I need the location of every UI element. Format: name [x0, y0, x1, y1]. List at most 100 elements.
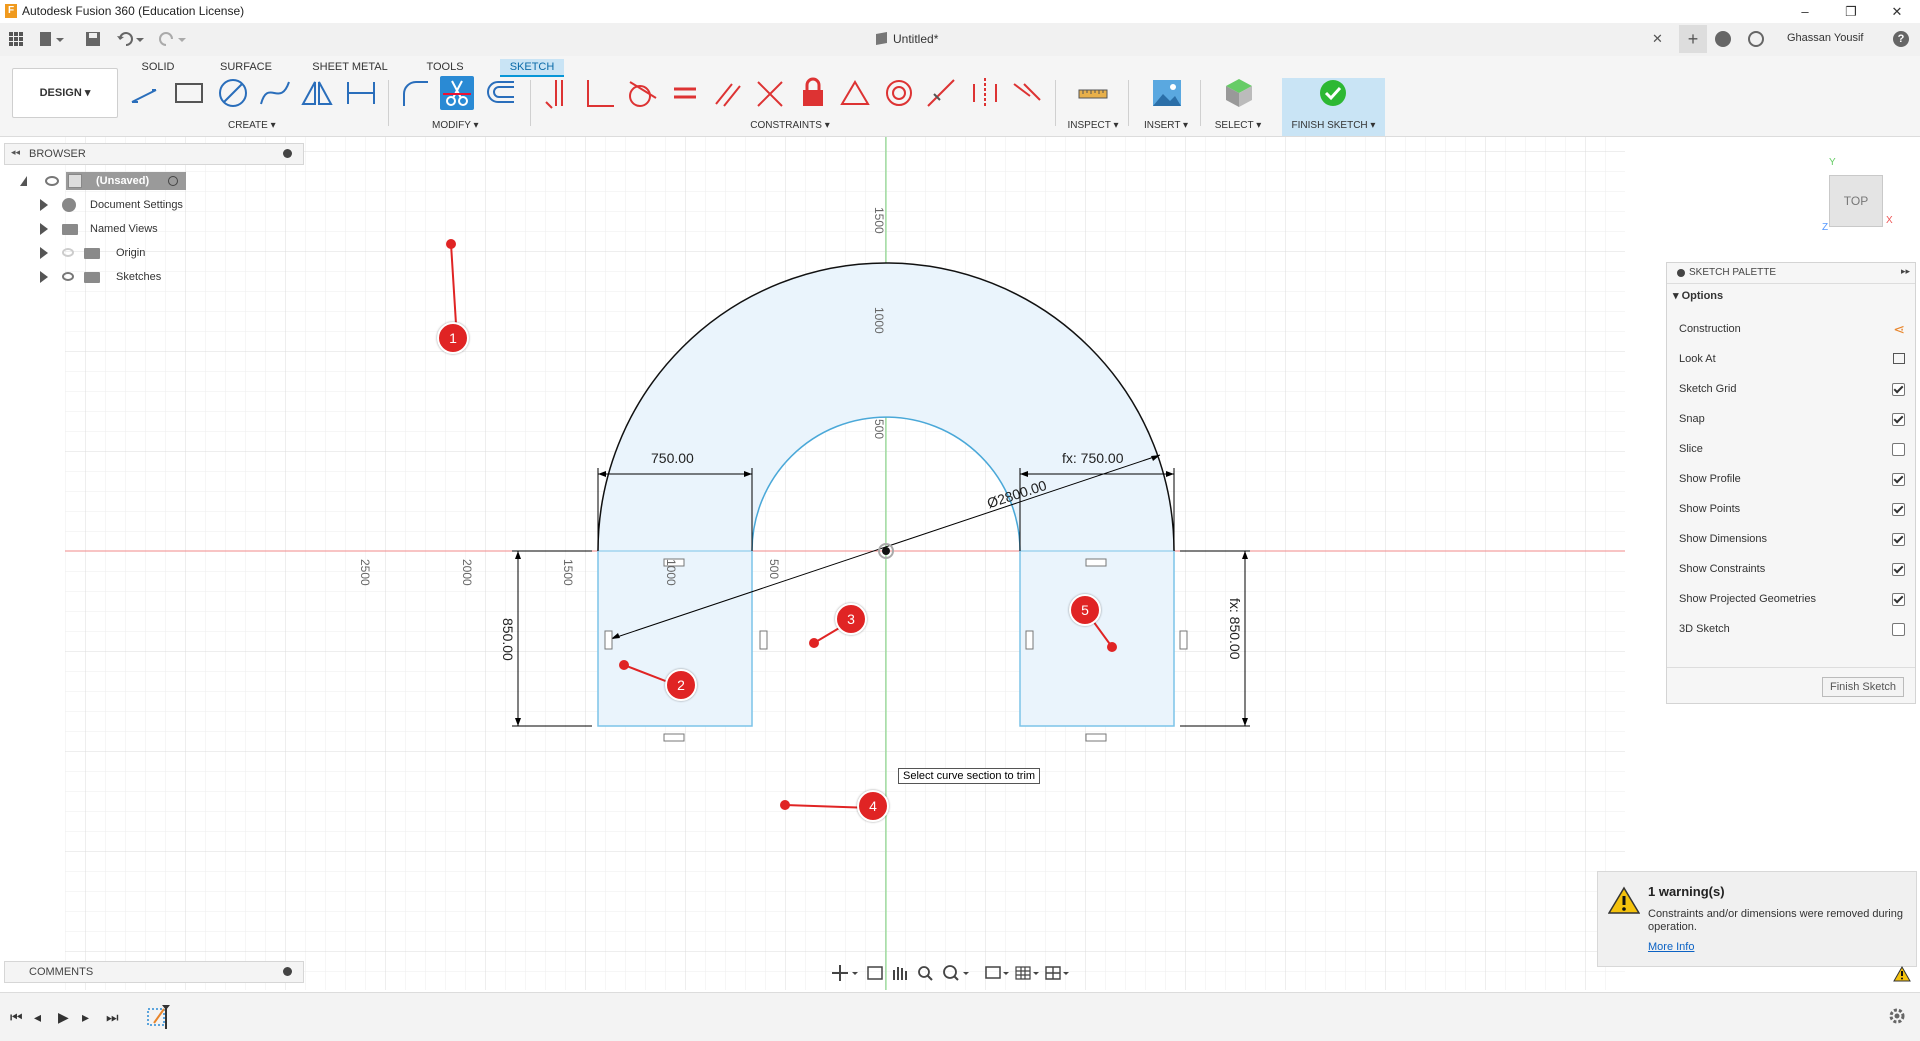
- show-projected-geometries-checkbox[interactable]: [1892, 593, 1905, 606]
- constraints-menu[interactable]: CONSTRAINTS ▾: [748, 120, 832, 131]
- finish-sketch-menu[interactable]: FINISH SKETCH ▾: [1282, 120, 1385, 131]
- restore-button[interactable]: ❐: [1828, 0, 1874, 23]
- tab-tools[interactable]: TOOLS: [425, 59, 465, 75]
- rectangle-tool-icon[interactable]: [172, 76, 206, 110]
- tangent-constraint-icon[interactable]: [624, 76, 658, 110]
- close-window-button[interactable]: ✕: [1874, 0, 1920, 23]
- help-icon[interactable]: ?: [1893, 31, 1909, 47]
- tab-sketch[interactable]: SKETCH: [500, 59, 564, 77]
- 3d-sketch-checkbox[interactable]: [1892, 623, 1905, 636]
- browser-item-origin[interactable]: Origin: [20, 242, 220, 264]
- fix-constraint-icon[interactable]: [796, 76, 830, 110]
- design-workspace-dropdown[interactable]: DESIGN ▾: [12, 68, 118, 118]
- browser-item-named-views[interactable]: Named Views: [20, 218, 220, 240]
- expand-root-icon[interactable]: [20, 176, 27, 186]
- close-tab-button[interactable]: ✕: [1652, 31, 1663, 47]
- palette-option-look-at[interactable]: Look At: [1679, 349, 1905, 369]
- viewports-icon[interactable]: [1045, 966, 1069, 980]
- orbit-icon[interactable]: [832, 965, 858, 981]
- user-name[interactable]: Ghassan Yousif: [1787, 32, 1863, 44]
- browser-collapse-icon[interactable]: ◂◂: [11, 147, 20, 158]
- palette-expand-icon[interactable]: ▸▸: [1901, 266, 1910, 277]
- palette-option-3d-sketch[interactable]: 3D Sketch: [1679, 619, 1905, 639]
- timeline-sketch-feature-icon[interactable]: [144, 1003, 172, 1031]
- finish-sketch-group[interactable]: FINISH SKETCH ▾: [1282, 78, 1385, 136]
- show-constraints-checkbox[interactable]: [1892, 563, 1905, 576]
- hidden-eye-icon[interactable]: [62, 248, 74, 257]
- finish-sketch-check-icon[interactable]: [1316, 76, 1350, 110]
- palette-header[interactable]: SKETCH PALETTE ▸▸: [1667, 263, 1915, 284]
- palette-option-slice[interactable]: Slice: [1679, 439, 1905, 459]
- timeline-last-icon[interactable]: ⏭: [106, 1009, 119, 1026]
- slice-checkbox[interactable]: [1892, 443, 1905, 456]
- dimension-right-height-label[interactable]: fx: 850.00: [1227, 598, 1243, 660]
- fit-zoom-icon[interactable]: [943, 965, 969, 981]
- browser-item-document-settings[interactable]: Document Settings: [20, 194, 220, 216]
- midpoint-constraint-icon[interactable]: [838, 76, 872, 110]
- minimize-button[interactable]: –: [1782, 0, 1828, 23]
- palette-option-sketch-grid[interactable]: Sketch Grid: [1679, 379, 1905, 399]
- new-tab-button[interactable]: +: [1679, 25, 1707, 53]
- curvature-constraint-icon[interactable]: [1010, 76, 1044, 110]
- grid-settings-icon[interactable]: [1015, 966, 1039, 980]
- sketch-dimension-icon[interactable]: [344, 76, 378, 110]
- palette-option-snap[interactable]: Snap: [1679, 409, 1905, 429]
- browser-pin-icon[interactable]: [283, 149, 292, 158]
- collinear-constraint-icon[interactable]: [924, 76, 958, 110]
- circle-tool-icon[interactable]: [216, 76, 250, 110]
- visibility-eye-icon[interactable]: [45, 176, 59, 186]
- save-icon[interactable]: [84, 30, 102, 48]
- offset-tool-icon[interactable]: [484, 76, 518, 110]
- perpendicular-constraint-icon[interactable]: [582, 76, 616, 110]
- show-points-checkbox[interactable]: [1892, 503, 1905, 516]
- expand-icon[interactable]: [40, 223, 48, 235]
- browser-item-sketches[interactable]: Sketches: [20, 266, 220, 288]
- comments-add-icon[interactable]: [283, 967, 292, 976]
- palette-option-construction[interactable]: Construction ⋖: [1679, 319, 1905, 339]
- notifications-icon[interactable]: [1748, 31, 1764, 47]
- measure-tool-icon[interactable]: [1076, 76, 1110, 110]
- tab-sheet-metal[interactable]: SHEET METAL: [312, 59, 388, 75]
- modify-menu[interactable]: MODIFY ▾: [432, 120, 479, 131]
- symmetry-constraint-icon[interactable]: [968, 76, 1002, 110]
- create-menu[interactable]: CREATE ▾: [228, 120, 276, 131]
- look-at-nav-icon[interactable]: [867, 966, 883, 980]
- sketch-viewport[interactable]: [0, 137, 1920, 990]
- visibility-eye-icon[interactable]: [62, 272, 74, 281]
- select-menu[interactable]: SELECT ▾: [1210, 120, 1266, 131]
- center-point[interactable]: [882, 547, 890, 555]
- insert-menu[interactable]: INSERT ▾: [1140, 120, 1192, 131]
- palette-section-options[interactable]: ▾ Options: [1673, 289, 1723, 302]
- palette-option-show-dimensions[interactable]: Show Dimensions: [1679, 529, 1905, 549]
- warning-status-icon[interactable]: [1893, 965, 1911, 982]
- comments-panel-header[interactable]: COMMENTS: [4, 961, 304, 983]
- undo-icon[interactable]: [116, 30, 146, 48]
- timeline-first-icon[interactable]: ⏮: [10, 1009, 23, 1026]
- tab-solid[interactable]: SOLID: [140, 59, 176, 75]
- timeline-previous-icon[interactable]: ◂: [34, 1009, 41, 1026]
- line-tool-icon[interactable]: [128, 76, 162, 110]
- spline-tool-icon[interactable]: [258, 76, 292, 110]
- insert-image-icon[interactable]: [1150, 76, 1184, 110]
- sketch-grid-checkbox[interactable]: [1892, 383, 1905, 396]
- grid-menu-icon[interactable]: [8, 31, 24, 47]
- fillet-tool-icon[interactable]: [398, 76, 432, 110]
- tab-surface[interactable]: SURFACE: [220, 59, 272, 75]
- coincident-constraint-icon[interactable]: [752, 76, 786, 110]
- document-tab[interactable]: Untitled*: [876, 23, 938, 56]
- expand-icon[interactable]: [40, 271, 48, 283]
- palette-pin-icon[interactable]: [1677, 269, 1685, 277]
- mirror-tool-icon[interactable]: [300, 76, 334, 110]
- show-profile-checkbox[interactable]: [1892, 473, 1905, 486]
- job-status-icon[interactable]: [1715, 31, 1731, 47]
- palette-option-show-profile[interactable]: Show Profile: [1679, 469, 1905, 489]
- dimension-right-width-label[interactable]: fx: 750.00: [1062, 450, 1124, 466]
- pan-hand-icon[interactable]: [893, 967, 907, 980]
- concentric-constraint-icon[interactable]: [882, 76, 916, 110]
- browser-panel-header[interactable]: ◂◂ BROWSER: [4, 143, 304, 165]
- timeline-play-icon[interactable]: ▶: [58, 1009, 69, 1026]
- file-menu-icon[interactable]: [38, 30, 66, 48]
- warning-more-info-link[interactable]: More Info: [1648, 941, 1694, 953]
- dimension-left-height-label[interactable]: 850.00: [500, 618, 516, 661]
- snap-checkbox[interactable]: [1892, 413, 1905, 426]
